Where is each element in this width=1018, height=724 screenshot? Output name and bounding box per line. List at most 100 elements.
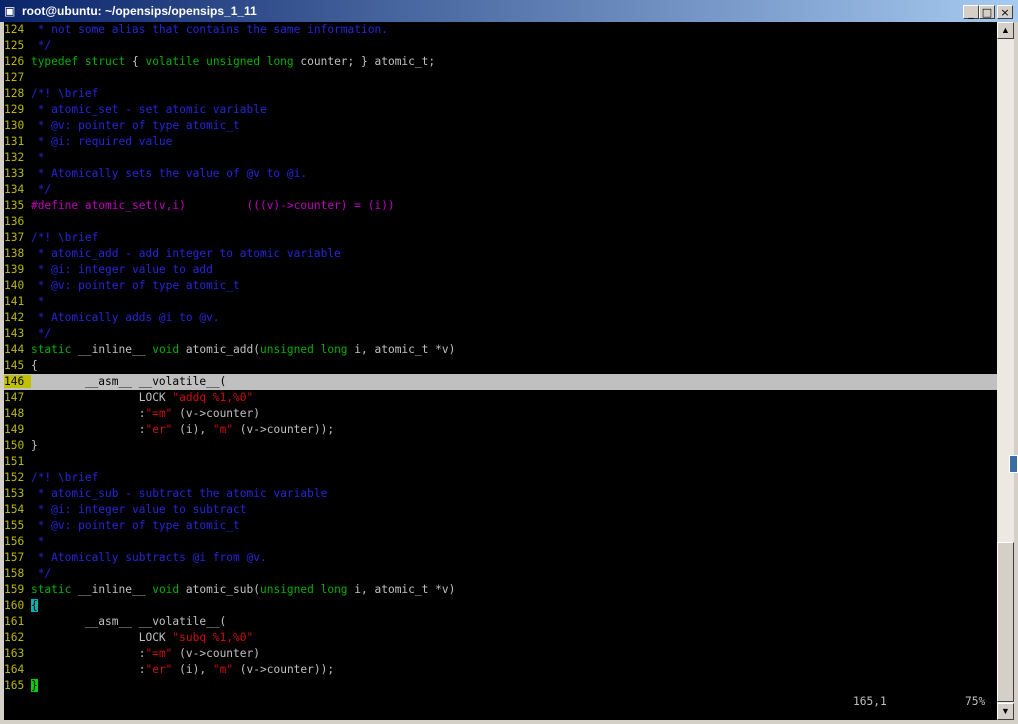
code-line[interactable]: 157 * Atomically subtracts @i from @v. <box>4 550 997 566</box>
code-line[interactable]: 129 * atomic_set - set atomic variable <box>4 102 997 118</box>
code-token: static <box>30 583 72 596</box>
code-token: (v->counter)); <box>233 423 335 436</box>
code-line[interactable]: 159 static __inline__ void atomic_sub(un… <box>4 582 997 598</box>
code-line[interactable]: 161 __asm__ __volatile__( <box>4 614 997 630</box>
code-line[interactable]: 165 } <box>4 678 997 694</box>
line-number: 131 <box>4 135 31 148</box>
code-token: __asm__ __volatile__( <box>30 375 227 388</box>
code-line[interactable]: 126 typedef struct { volatile unsigned l… <box>4 54 997 70</box>
line-number: 125 <box>4 39 31 52</box>
code-token: /*! \brief <box>30 87 99 100</box>
vertical-scrollbar[interactable]: ▲ ▼ <box>997 22 1014 720</box>
line-number: 152 <box>4 471 31 484</box>
code-token: "=m" <box>145 407 173 420</box>
line-number: 139 <box>4 263 31 276</box>
code-line[interactable]: 160 { <box>4 598 997 614</box>
code-token: LOCK <box>30 391 173 404</box>
code-line[interactable]: 158 */ <box>4 566 997 582</box>
line-number: 162 <box>4 631 31 644</box>
code-line[interactable]: 124 * not some alias that contains the s… <box>4 22 997 38</box>
line-number: 163 <box>4 647 31 660</box>
code-line[interactable]: 140 * @v: pointer of type atomic_t <box>4 278 997 294</box>
code-line[interactable]: 150 } <box>4 438 997 454</box>
line-number: 153 <box>4 487 31 500</box>
line-number: 132 <box>4 151 31 164</box>
code-line[interactable]: 141 * <box>4 294 997 310</box>
code-token: unsigned long <box>259 583 348 596</box>
code-token: * @i: integer value to add <box>30 263 213 276</box>
scrollbar-thumb[interactable] <box>997 542 1014 702</box>
code-token: __inline__ <box>71 343 153 356</box>
code-token: __inline__ <box>71 583 153 596</box>
code-token: * Atomically sets the value of @v to @i. <box>30 167 308 180</box>
line-number: 142 <box>4 311 31 324</box>
maximize-button[interactable]: □ <box>979 5 995 19</box>
code-token: * atomic_set - set atomic variable <box>30 103 267 116</box>
code-token: (i), <box>172 663 213 676</box>
code-line-current[interactable]: 146 __asm__ __volatile__( <box>4 374 997 390</box>
code-line[interactable]: 162 LOCK "subq %1,%0" <box>4 630 997 646</box>
code-line[interactable]: 137 /*! \brief <box>4 230 997 246</box>
code-token: void <box>152 583 180 596</box>
code-line[interactable]: 144 static __inline__ void atomic_add(un… <box>4 342 997 358</box>
minimize-button[interactable]: _ <box>963 5 979 19</box>
code-token: typedef struct <box>30 55 126 68</box>
window-titlebar[interactable]: ▣ root@ubuntu: ~/opensips/opensips_1_11 … <box>0 0 1018 22</box>
code-line[interactable]: 138 * atomic_add - add integer to atomic… <box>4 246 997 262</box>
code-line[interactable]: 149 :"er" (i), "m" (v->counter)); <box>4 422 997 438</box>
arrow-down-icon: ▼ <box>1001 706 1010 716</box>
code-line[interactable]: 153 * atomic_sub - subtract the atomic v… <box>4 486 997 502</box>
line-number: 157 <box>4 551 31 564</box>
code-line[interactable]: 136 <box>4 214 997 230</box>
code-line[interactable]: 127 <box>4 70 997 86</box>
code-line[interactable]: 147 LOCK "addq %1,%0" <box>4 390 997 406</box>
line-number: 136 <box>4 215 31 228</box>
code-token: atomic_add( <box>179 343 260 356</box>
code-token: "=m" <box>145 647 173 660</box>
code-line[interactable]: 156 * <box>4 534 997 550</box>
code-line[interactable]: 139 * @i: integer value to add <box>4 262 997 278</box>
code-line[interactable]: 135 #define atomic_set(v,i) (((v)->count… <box>4 198 997 214</box>
code-token: * atomic_add - add integer to atomic var… <box>30 247 341 260</box>
code-token: : <box>30 423 146 436</box>
code-line[interactable]: 143 */ <box>4 326 997 342</box>
code-line[interactable]: 164 :"er" (i), "m" (v->counter)); <box>4 662 997 678</box>
code-line[interactable]: 132 * <box>4 150 997 166</box>
code-line[interactable]: 133 * Atomically sets the value of @v to… <box>4 166 997 182</box>
line-number: 143 <box>4 327 31 340</box>
code-token: : <box>30 647 146 660</box>
arrow-up-icon: ▲ <box>1001 25 1010 35</box>
code-line[interactable]: 148 :"=m" (v->counter) <box>4 406 997 422</box>
line-number: 140 <box>4 279 31 292</box>
line-number: 141 <box>4 295 31 308</box>
line-number: 146 <box>4 375 31 388</box>
code-token: counter; } atomic_t; <box>293 55 436 68</box>
code-line[interactable]: 130 * @v: pointer of type atomic_t <box>4 118 997 134</box>
code-line[interactable]: 152 /*! \brief <box>4 470 997 486</box>
line-number: 158 <box>4 567 31 580</box>
code-line[interactable]: 142 * Atomically adds @i to @v. <box>4 310 997 326</box>
code-line[interactable]: 125 */ <box>4 38 997 54</box>
code-token: "subq %1,%0" <box>172 631 254 644</box>
code-line[interactable]: 154 * @i: integer value to subtract <box>4 502 997 518</box>
scroll-down-button[interactable]: ▼ <box>997 703 1014 720</box>
code-token: void <box>152 343 180 356</box>
terminal-area[interactable]: 124 * not some alias that contains the s… <box>4 22 997 720</box>
code-line[interactable]: 155 * @v: pointer of type atomic_t <box>4 518 997 534</box>
code-token: */ <box>30 567 52 580</box>
window-title: root@ubuntu: ~/opensips/opensips_1_11 <box>22 4 257 18</box>
scroll-up-button[interactable]: ▲ <box>997 22 1014 39</box>
close-button[interactable]: × <box>997 5 1013 19</box>
line-number: 160 <box>4 599 31 612</box>
code-line[interactable]: 151 <box>4 454 997 470</box>
side-tab[interactable] <box>1009 455 1018 473</box>
code-line[interactable]: 134 */ <box>4 182 997 198</box>
code-line[interactable]: 145 { <box>4 358 997 374</box>
line-number: 159 <box>4 583 31 596</box>
line-number: 124 <box>4 23 31 36</box>
code-line[interactable]: 128 /*! \brief <box>4 86 997 102</box>
line-number: 134 <box>4 183 31 196</box>
code-token: : <box>30 663 146 676</box>
code-line[interactable]: 131 * @i: required value <box>4 134 997 150</box>
code-line[interactable]: 163 :"=m" (v->counter) <box>4 646 997 662</box>
